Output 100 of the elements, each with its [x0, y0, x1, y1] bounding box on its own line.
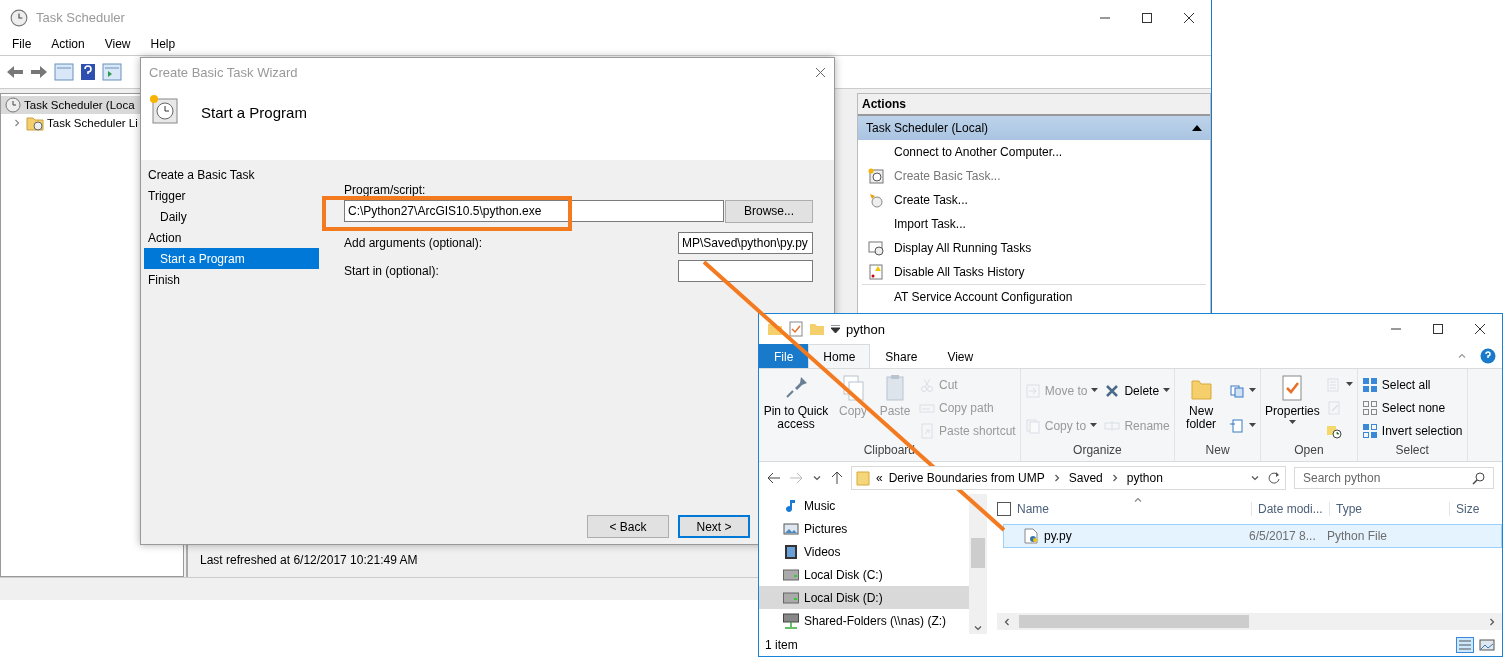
nav-item[interactable]: Music [759, 494, 969, 517]
caret-icon[interactable] [1249, 388, 1257, 393]
ribbon-button[interactable]: Select all [1361, 374, 1463, 395]
file-row[interactable]: py.py 6/5/2017 8... Python File [1003, 524, 1502, 548]
search-icon [1472, 471, 1486, 485]
document-icon [1229, 417, 1246, 434]
python-file-icon [1024, 528, 1038, 544]
shortcut-icon [919, 423, 935, 440]
horizontal-scrollbar[interactable] [997, 613, 1502, 630]
invert-selection-icon [1361, 423, 1378, 440]
close-icon [1183, 11, 1195, 24]
folder-icon [809, 321, 825, 337]
menu-item[interactable]: View [104, 37, 131, 51]
command-link[interactable]: Create Task... [862, 188, 1206, 212]
field-label: Add arguments (optional): [344, 236, 483, 250]
step-item[interactable]: Daily [144, 206, 319, 227]
file-date: 6/5/2017 8... [1249, 529, 1316, 543]
back-button[interactable]: < Back [587, 515, 669, 538]
pencil-icon [1325, 400, 1342, 416]
file-type: Python File [1327, 529, 1388, 543]
command-link[interactable]: Display All Running Tasks [862, 236, 1206, 260]
collapse-arrow-icon [1192, 125, 1202, 131]
scrollbar[interactable] [969, 494, 987, 634]
input-field[interactable] [678, 260, 813, 282]
caret-icon[interactable] [1249, 423, 1257, 428]
breadcrumb[interactable]: Derive Boundaries from UMP [888, 471, 1045, 485]
column-header[interactable]: Name [1011, 502, 1251, 516]
new-item-icon [1229, 382, 1246, 399]
step-item[interactable]: Action [144, 227, 319, 248]
column-header[interactable]: Size [1449, 502, 1489, 516]
nav-item[interactable]: Pictures [759, 517, 969, 540]
action-pane-icon [102, 63, 122, 81]
search-field[interactable]: Search python [1294, 467, 1494, 489]
step-item[interactable]: Create a Basic Task [144, 164, 319, 185]
folder-icon [767, 321, 783, 337]
back-arrow-icon [6, 64, 24, 80]
command-link[interactable]: Connect to Another Computer... [862, 140, 1206, 164]
ribbon-button[interactable]: Invert selection [1361, 421, 1463, 442]
browse-button[interactable]: Browse... [725, 199, 813, 223]
ribbon-button[interactable]: Select none [1361, 398, 1463, 418]
column-header[interactable]: Type [1329, 502, 1449, 516]
ribbon-tab[interactable]: File [759, 344, 809, 368]
film-icon [783, 543, 799, 560]
breadcrumb[interactable]: Saved [1068, 471, 1103, 485]
help-icon [1480, 348, 1496, 364]
step-item[interactable]: Finish [144, 269, 319, 290]
dropdown-icon [831, 325, 840, 333]
caret-icon[interactable] [1288, 420, 1296, 425]
ribbon-button[interactable]: Properties [1265, 373, 1320, 425]
menu-item[interactable]: Help [150, 37, 176, 51]
history-icon [1325, 423, 1342, 440]
nav-item[interactable]: Shared-Folders (\\nas) (Z:) [759, 609, 969, 632]
scroll-thumb[interactable] [971, 538, 985, 568]
tree-item[interactable]: Task Scheduler Li [1, 114, 183, 132]
menu-item[interactable]: Action [51, 37, 85, 51]
column-header[interactable]: Date modi... [1251, 502, 1329, 516]
nav-item[interactable]: Videos [759, 540, 969, 563]
status-text: Last refreshed at 6/12/2017 10:21:49 AM [200, 552, 418, 567]
input-field[interactable]: C:\Python27\ArcGIS10.5\python.exe [344, 200, 724, 222]
group-label: Open [1293, 443, 1325, 459]
drive-icon [783, 589, 799, 606]
nav-item[interactable]: Local Disk (C:) [759, 563, 969, 586]
close-icon [1474, 323, 1486, 335]
ribbon-button[interactable]: Delete [1104, 380, 1171, 401]
refresh-icon [1267, 471, 1281, 485]
field-label: Program/script: [344, 183, 427, 197]
step-item[interactable]: Start a Program [144, 248, 319, 269]
ribbon-tab[interactable]: Home [808, 344, 871, 368]
delete-icon [1104, 382, 1121, 399]
group-label: Organize [1072, 443, 1123, 459]
item-count: 1 item [765, 638, 798, 652]
up-arrow-icon [831, 471, 843, 485]
folder-clock-icon [26, 115, 44, 131]
group-label: New [1204, 443, 1231, 459]
command-link[interactable]: Disable All Tasks History [862, 260, 1206, 284]
ribbon-button[interactable]: Pin to Quick access [763, 373, 829, 431]
maximize-icon [1141, 11, 1153, 24]
wizard-heading: Start a Program [201, 104, 307, 121]
caret-icon[interactable] [1163, 388, 1171, 393]
input-field[interactable]: MP\Saved\python\py.py [678, 232, 813, 254]
command-link[interactable]: AT Service Account Configuration [862, 284, 1206, 309]
command-link[interactable]: Import Task... [862, 212, 1206, 236]
scissors-icon [919, 376, 935, 393]
overflow-marker: « [876, 471, 883, 485]
checklist-icon [789, 321, 803, 337]
nav-item[interactable]: Local Disk (D:) [759, 586, 969, 609]
section-header[interactable]: Task Scheduler (Local) [858, 116, 1210, 140]
window-title: python [846, 321, 887, 337]
group-label: Select [1394, 443, 1430, 459]
wizard-clock-icon [149, 94, 181, 126]
next-button[interactable]: Next > [678, 515, 750, 538]
breadcrumb[interactable]: python [1126, 471, 1163, 485]
large-icons-view-icon [1478, 637, 1496, 653]
menu-item[interactable]: File [12, 37, 32, 51]
maximize-icon [1432, 323, 1444, 335]
forward-arrow-icon [789, 472, 803, 484]
select-all-checkbox[interactable] [997, 502, 1011, 516]
address-bar[interactable]: « Derive Boundaries from UMP Saved python [851, 466, 1286, 490]
ribbon-button[interactable]: New folder [1179, 373, 1224, 431]
step-item[interactable]: Trigger [144, 185, 319, 206]
